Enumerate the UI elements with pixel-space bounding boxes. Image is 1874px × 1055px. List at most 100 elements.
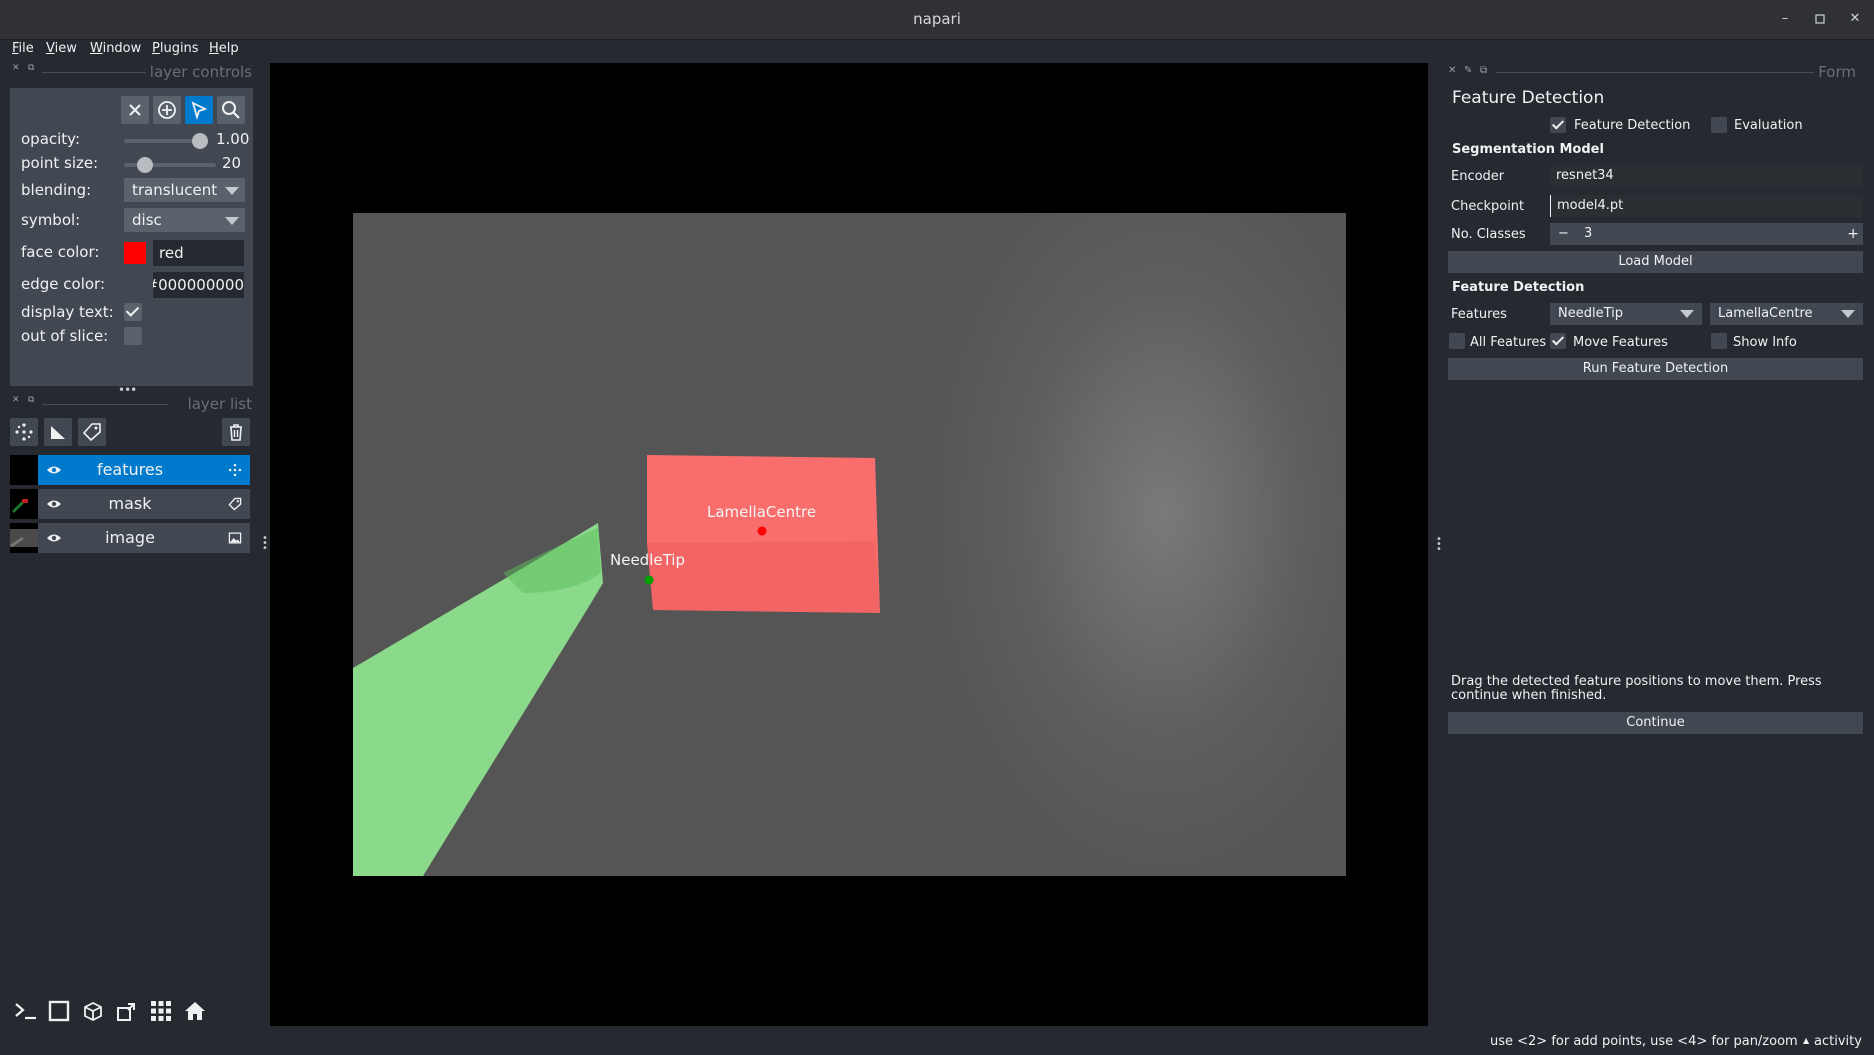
out-of-slice-label: out of slice: [21, 327, 109, 345]
all-features-checkbox[interactable] [1449, 333, 1465, 349]
pan-zoom-button[interactable] [217, 96, 245, 124]
pin-dock-icon[interactable]: ✎ [1464, 65, 1472, 76]
transpose-button[interactable] [112, 996, 140, 1024]
shapes-icon [51, 426, 65, 439]
home-button[interactable] [180, 996, 208, 1024]
lamella-centre-label: LamellaCentre [707, 503, 817, 521]
add-points-button[interactable] [153, 96, 181, 124]
points-icon [15, 423, 33, 441]
float-dock-icon[interactable]: ⧉ [1480, 65, 1487, 76]
layer-thumbnail [10, 489, 38, 519]
encoder-input[interactable]: resnet34 [1550, 165, 1863, 187]
layer-name[interactable]: mask [50, 494, 210, 513]
layer-name[interactable]: features [50, 460, 210, 479]
chevron-down-icon [1841, 310, 1855, 318]
increment-button[interactable]: + [1847, 223, 1859, 245]
new-labels-layer-button[interactable] [78, 418, 106, 446]
home-icon [185, 1002, 205, 1020]
layer-row-image[interactable]: image [10, 523, 250, 553]
layer-list-resize-handle[interactable]: • • • [262, 534, 268, 554]
delete-points-button[interactable] [121, 96, 149, 124]
menu-help[interactable]: Help [209, 40, 239, 58]
decrement-button[interactable]: − [1558, 223, 1569, 245]
feature-detection-mode-checkbox[interactable] [1550, 117, 1566, 133]
num-classes-value[interactable]: 3 [1584, 223, 1592, 245]
close-dock-icon[interactable]: ✕ [1448, 65, 1456, 76]
feature-detection-mode-label: Feature Detection [1574, 118, 1691, 133]
opacity-label: opacity: [21, 130, 81, 148]
dock-resize-handle[interactable]: • • • [1436, 535, 1442, 555]
ndisplay-button[interactable] [44, 996, 72, 1024]
menu-view[interactable]: View [46, 40, 77, 58]
face-color-swatch[interactable] [124, 242, 146, 264]
point-size-value[interactable]: 20 [222, 154, 241, 172]
new-points-layer-button[interactable] [10, 418, 38, 446]
menu-plugins[interactable]: Plugins [152, 40, 199, 58]
feature-1-value: NeedleTip [1558, 306, 1623, 321]
show-info-checkbox[interactable] [1711, 333, 1727, 349]
evaluation-mode-checkbox[interactable] [1711, 117, 1727, 133]
move-features-label: Move Features [1573, 335, 1668, 350]
edge-color-input[interactable]: #000000000 [153, 272, 244, 298]
needle-tip-point[interactable] [644, 575, 654, 585]
blending-dropdown[interactable]: translucent [124, 178, 245, 202]
console-button[interactable] [10, 996, 38, 1024]
dock-divider [1496, 72, 1814, 73]
float-dock-icon[interactable]: ⧉ [28, 395, 34, 405]
face-color-label: face color: [21, 243, 100, 261]
load-model-button[interactable]: Load Model [1448, 251, 1863, 273]
layer-list-header: ✕ ⧉ layer list [10, 395, 254, 413]
lamella-centre-point[interactable] [757, 526, 767, 536]
layer-row-mask[interactable]: mask [10, 489, 250, 519]
close-dock-icon[interactable]: ✕ [12, 395, 20, 405]
minimize-button[interactable]: – [1775, 9, 1795, 29]
point-size-slider-handle[interactable] [136, 157, 153, 173]
opacity-value[interactable]: 1.00 [216, 130, 252, 148]
maximize-button[interactable] [1810, 9, 1830, 29]
face-color-input[interactable]: red [153, 240, 244, 266]
move-features-checkbox[interactable] [1550, 333, 1566, 349]
chevron-down-icon [225, 187, 239, 195]
status-hint: use <2> for add points, use <4> for pan/… [1490, 1034, 1798, 1049]
run-feature-detection-button[interactable]: Run Feature Detection [1448, 358, 1863, 380]
display-text-checkbox[interactable] [124, 303, 142, 321]
layer-thumbnail [10, 523, 38, 553]
roll-dims-button[interactable] [78, 996, 106, 1024]
symbol-value: disc [132, 211, 162, 229]
num-classes-stepper[interactable]: − 3 + [1550, 223, 1863, 245]
close-icon [129, 104, 141, 116]
cube-icon [84, 1001, 102, 1022]
out-of-slice-checkbox[interactable] [124, 327, 142, 345]
continue-button[interactable]: Continue [1448, 712, 1863, 734]
opacity-slider-handle[interactable] [192, 133, 208, 149]
checkpoint-input[interactable]: model4.pt [1550, 195, 1863, 217]
segmentation-model-header: Segmentation Model [1452, 142, 1604, 157]
close-window-button[interactable]: ✕ [1845, 9, 1865, 29]
points-icon [228, 463, 242, 477]
feature-1-dropdown[interactable]: NeedleTip [1550, 303, 1702, 325]
layer-name[interactable]: image [50, 528, 210, 547]
select-points-button[interactable] [185, 96, 213, 124]
menu-file[interactable]: File [12, 40, 34, 58]
mask-overlay [353, 455, 880, 876]
grid-view-button[interactable] [146, 996, 174, 1024]
menu-bar: File View Window Plugins Help [0, 40, 1874, 64]
opacity-slider-track [124, 139, 200, 143]
float-dock-icon[interactable]: ⧉ [28, 63, 34, 73]
layer-controls-title: layer controls [149, 63, 252, 81]
viewer-canvas[interactable]: LamellaCentre NeedleTip [270, 63, 1428, 1026]
new-shapes-layer-button[interactable] [44, 418, 72, 446]
layer-row-features[interactable]: features [10, 455, 250, 485]
point-size-label: point size: [21, 154, 99, 172]
menu-window[interactable]: Window [90, 40, 141, 58]
delete-layer-button[interactable] [222, 418, 250, 446]
activity-arrow-icon[interactable]: ▲ [1803, 1036, 1809, 1045]
feature-2-dropdown[interactable]: LamellaCentre [1710, 303, 1863, 325]
select-arrow-icon [191, 101, 208, 120]
activity-button[interactable]: activity [1814, 1034, 1862, 1049]
close-dock-icon[interactable]: ✕ [12, 63, 20, 73]
symbol-dropdown[interactable]: disc [124, 208, 245, 232]
form-dock: ✕ ✎ ⧉ Form Feature Detection Feature Det… [1436, 63, 1874, 1043]
grid-icon [151, 1001, 171, 1021]
display-text-label: display text: [21, 303, 114, 321]
